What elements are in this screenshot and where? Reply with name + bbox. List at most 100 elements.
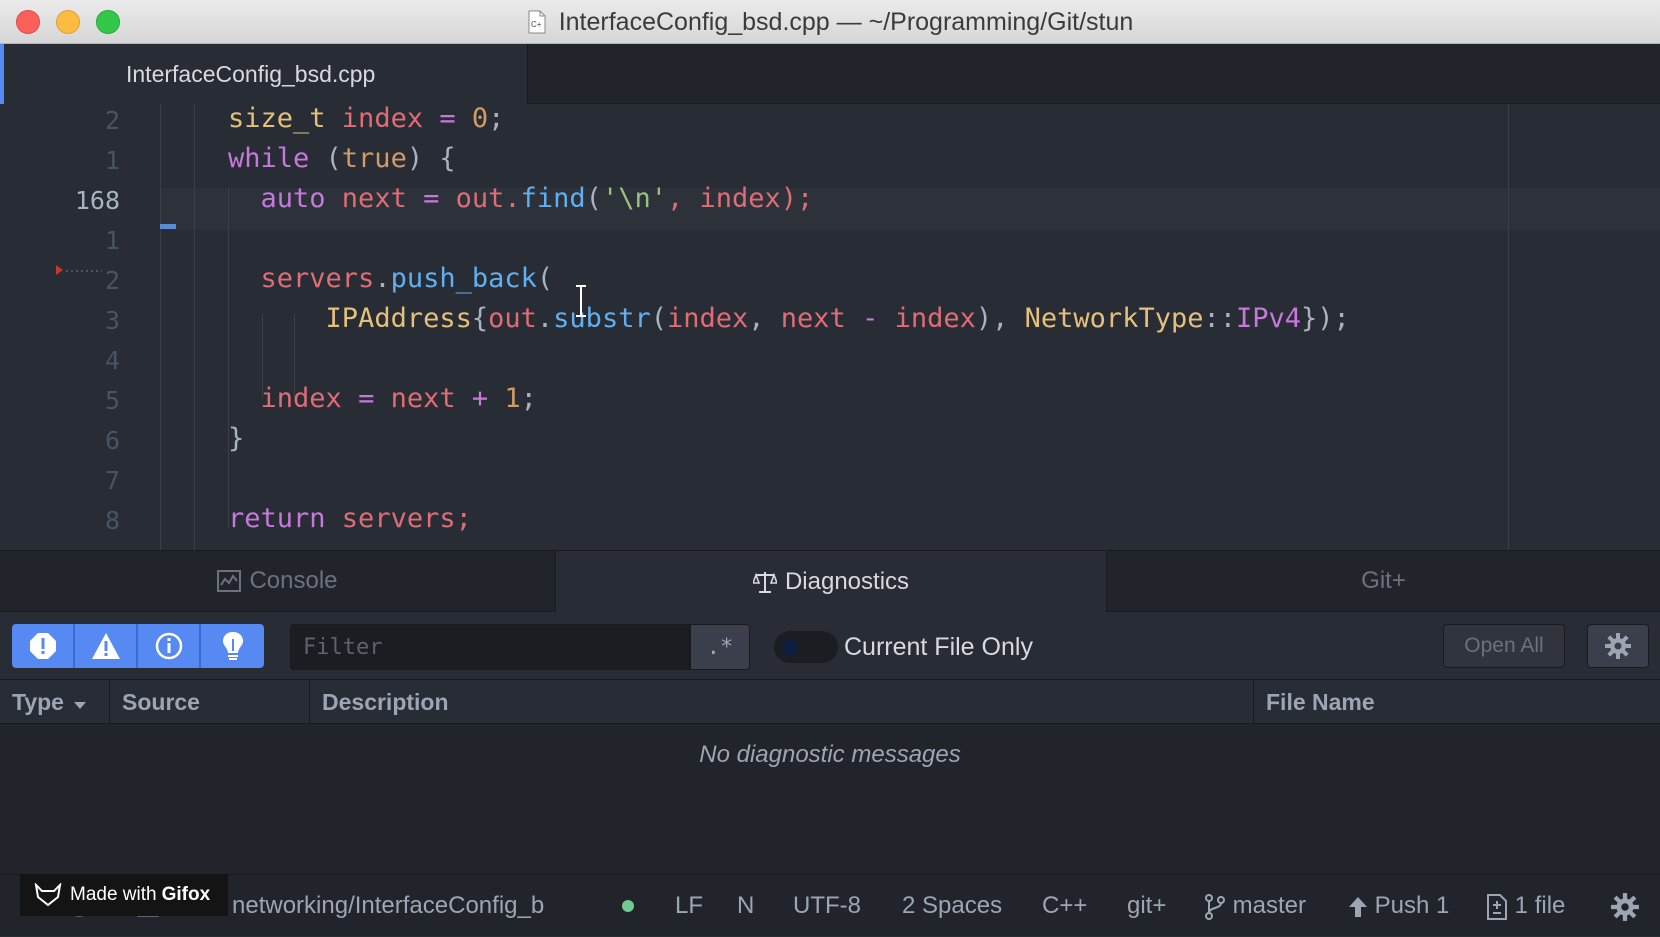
line-number[interactable]: 6 <box>20 426 120 455</box>
sort-caret-down-icon <box>74 702 87 709</box>
line-number[interactable]: 168 <box>20 186 120 215</box>
status-bar: 0 0 networking/InterfaceConfig_b LF N UT… <box>0 874 1660 936</box>
grammar-selector[interactable]: C++ <box>1042 875 1087 937</box>
code-token: IPAddress <box>325 303 472 334</box>
watermark-prefix: Made with <box>70 884 157 905</box>
indent-guide <box>194 104 195 550</box>
wrap-guide <box>1508 104 1509 550</box>
code-token: :: <box>1203 303 1236 334</box>
line-number-gutter[interactable]: 2 1 168 1 2 3 4 5 6 7 8 <box>0 104 160 550</box>
column-header-description[interactable]: Description <box>310 680 1254 724</box>
diagnostics-table-header: Type Source Description File Name <box>0 680 1660 724</box>
code-token: size_t <box>228 104 326 134</box>
line-number[interactable]: 5 <box>20 386 120 415</box>
tab-console[interactable]: Console <box>0 551 555 612</box>
warning-filter-button[interactable] <box>75 624 138 668</box>
code-token: = <box>358 383 375 414</box>
line-number[interactable]: 1 <box>20 226 120 255</box>
fox-logo-icon <box>34 883 62 907</box>
mode-indicator[interactable]: N <box>737 875 754 937</box>
line-number[interactable]: 8 <box>20 506 120 535</box>
code-token: while <box>228 143 310 174</box>
column-header-file-name-label: File Name <box>1266 689 1375 715</box>
code-token: NetworkType <box>1024 303 1204 334</box>
severity-filter-group <box>12 624 264 668</box>
code-token: out. <box>439 183 521 214</box>
indent-guide <box>228 188 229 528</box>
tab-git-plus[interactable]: Git+ <box>1107 551 1660 612</box>
line-number[interactable]: 7 <box>20 466 120 495</box>
error-filter-button[interactable] <box>12 624 75 668</box>
column-header-file-name[interactable]: File Name <box>1254 680 1660 724</box>
code-token: + <box>471 383 489 414</box>
code-token: = <box>423 183 440 214</box>
info-icon <box>155 632 182 660</box>
svg-text:C+: C+ <box>531 20 542 29</box>
code-token: = <box>439 104 456 134</box>
branch-selector[interactable]: master <box>1204 875 1306 937</box>
open-all-button[interactable]: Open All <box>1443 624 1565 668</box>
line-number[interactable]: 3 <box>20 306 120 335</box>
hint-filter-button[interactable] <box>201 624 264 668</box>
git-modified-marker <box>160 224 176 229</box>
tab-diagnostics[interactable]: Diagnostics <box>555 551 1107 612</box>
info-filter-button[interactable] <box>138 624 201 668</box>
diagnostics-toolbar: .* Current File Only Open All <box>0 612 1660 680</box>
console-icon <box>217 570 242 592</box>
code-token: }); <box>1301 303 1350 334</box>
code-token: substr <box>553 303 651 334</box>
code-token: ), <box>975 303 1025 334</box>
code-token: index <box>260 383 359 414</box>
window-title: InterfaceConfig_bsd.cpp — ~/Programming/… <box>558 7 1134 36</box>
push-label: Push 1 <box>1374 892 1450 919</box>
tab-diagnostics-label: Diagnostics <box>784 567 910 595</box>
gutter-separator <box>160 104 161 550</box>
code-token: next <box>325 183 424 214</box>
code-token: servers <box>260 263 375 294</box>
code-token: auto <box>260 183 326 214</box>
fold-arrow-icon[interactable] <box>56 264 104 276</box>
current-file-only-toggle[interactable] <box>774 631 838 663</box>
warning-icon <box>91 633 120 659</box>
diagnostics-settings-button[interactable] <box>1587 624 1649 668</box>
code-token: push_back <box>390 263 537 294</box>
editor-tab[interactable]: InterfaceConfig_bsd.cpp <box>0 44 528 104</box>
push-button[interactable]: Push 1 <box>1348 875 1449 937</box>
code-token: ( <box>536 263 554 294</box>
code-token: index <box>666 303 749 334</box>
tab-git-plus-label: Git+ <box>1361 567 1406 594</box>
code-editor[interactable]: 2 1 168 1 2 3 4 5 6 7 8 size_t index = 0; while (tr… <box>0 104 1660 550</box>
line-ending-selector[interactable]: LF <box>675 875 703 937</box>
code-line: while (true) { <box>228 138 456 180</box>
editor-tab-label: InterfaceConfig_bsd.cpp <box>126 60 376 87</box>
file-path[interactable]: networking/InterfaceConfig_b <box>232 875 544 937</box>
code-token: IPv4 <box>1235 303 1302 334</box>
encoding-selector[interactable]: UTF-8 <box>793 875 861 937</box>
gear-icon <box>1611 892 1639 921</box>
indent-selector[interactable]: 2 Spaces <box>902 875 1002 937</box>
tab-console-label: Console <box>249 567 338 594</box>
arrow-up-icon <box>1349 896 1367 917</box>
regex-toggle-button[interactable]: .* <box>690 624 750 670</box>
line-number[interactable]: 4 <box>20 346 120 375</box>
column-header-source[interactable]: Source <box>110 680 310 724</box>
code-token: out <box>488 303 537 334</box>
changed-files-label: 1 file <box>1514 892 1566 919</box>
code-line: IPAddress{out.substr(index, next - index… <box>228 298 1350 340</box>
line-number[interactable]: 1 <box>20 146 120 175</box>
cpp-file-icon: C+ <box>528 10 546 34</box>
watermark-brand: Gifox <box>161 884 211 905</box>
scale-icon <box>752 571 777 593</box>
filter-input[interactable] <box>290 624 690 670</box>
git-plus-button[interactable]: git+ <box>1127 875 1166 937</box>
changed-files-indicator[interactable]: 1 file <box>1486 875 1565 937</box>
code-token: ; <box>488 104 505 134</box>
status-settings-button[interactable] <box>1610 875 1640 937</box>
code-token: 1 <box>504 383 521 414</box>
line-number[interactable]: 2 <box>20 106 120 135</box>
code-token: ( <box>650 303 667 334</box>
column-header-type[interactable]: Type <box>0 680 110 724</box>
